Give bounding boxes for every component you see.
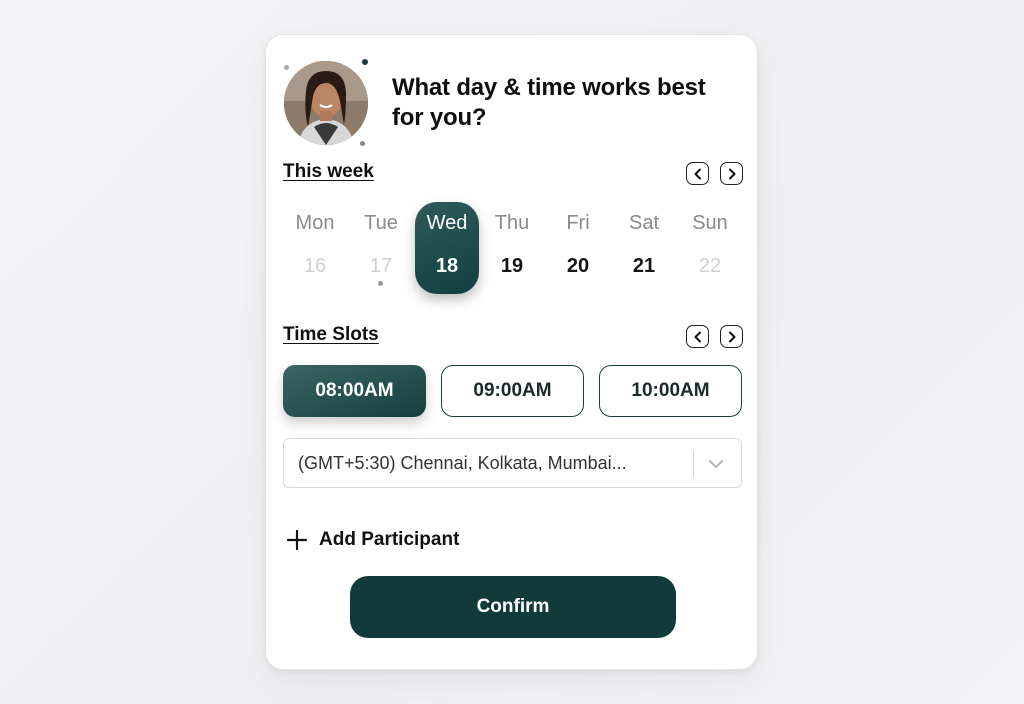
day-wed[interactable]: Wed 18 [415, 202, 479, 294]
day-name: Mon [295, 212, 335, 234]
avatar-container [282, 59, 372, 149]
day-name: Sat [628, 212, 660, 234]
page-title: What day & time works best for you? [392, 74, 706, 131]
day-date: 21 [632, 255, 656, 277]
time-slot-button[interactable]: 10:00AM [599, 365, 742, 417]
week-title: This week [283, 161, 374, 182]
profile-photo-icon [284, 61, 368, 145]
decor-dot [362, 59, 368, 65]
scheduler-card: What day & time works best for you? This… [265, 34, 758, 670]
day-date: 18 [435, 255, 459, 277]
day-name: Wed [426, 212, 468, 234]
avatar [284, 61, 368, 145]
day-name: Fri [566, 212, 590, 234]
week-day-picker: Mon 16 Tue 17 Wed 18 Thu 19 Fri 20 Sat 2… [283, 202, 743, 294]
day-name: Tue [364, 212, 398, 234]
confirm-button[interactable]: Confirm [350, 576, 676, 638]
chevron-down-icon [709, 460, 723, 468]
day-date: 19 [500, 255, 524, 277]
chevron-right-icon [728, 331, 735, 342]
day-sun[interactable]: Sun 22 [678, 202, 742, 294]
day-tue[interactable]: Tue 17 [349, 202, 413, 294]
day-thu[interactable]: Thu 19 [480, 202, 544, 294]
day-marker-dot [378, 281, 383, 286]
slots-prev-button[interactable] [686, 325, 709, 348]
chevron-left-icon [694, 331, 701, 342]
day-sat[interactable]: Sat 21 [612, 202, 676, 294]
add-participant-button[interactable]: Add Participant [286, 525, 459, 555]
day-mon[interactable]: Mon 16 [283, 202, 347, 294]
chevron-right-icon [728, 168, 735, 179]
timezone-select[interactable]: (GMT+5:30) Chennai, Kolkata, Mumbai... [283, 438, 742, 488]
chevron-left-icon [694, 168, 701, 179]
day-date: 20 [566, 255, 590, 277]
decor-dot [284, 65, 289, 70]
time-slots-title: Time Slots [283, 324, 379, 345]
slots-next-button[interactable] [720, 325, 743, 348]
add-participant-label: Add Participant [319, 529, 460, 550]
day-date: 16 [303, 255, 327, 277]
select-divider [693, 451, 694, 477]
week-prev-button[interactable] [686, 162, 709, 185]
timezone-value: (GMT+5:30) Chennai, Kolkata, Mumbai... [298, 453, 627, 473]
day-name: Sun [692, 212, 728, 234]
day-date: 17 [369, 255, 393, 277]
time-slot-button[interactable]: 09:00AM [441, 365, 584, 417]
day-name: Thu [494, 212, 530, 234]
decor-dot [360, 141, 365, 146]
week-next-button[interactable] [720, 162, 743, 185]
day-date: 22 [698, 255, 722, 277]
day-fri[interactable]: Fri 20 [546, 202, 610, 294]
time-slot-button[interactable]: 08:00AM [283, 365, 426, 417]
plus-icon [286, 529, 308, 551]
